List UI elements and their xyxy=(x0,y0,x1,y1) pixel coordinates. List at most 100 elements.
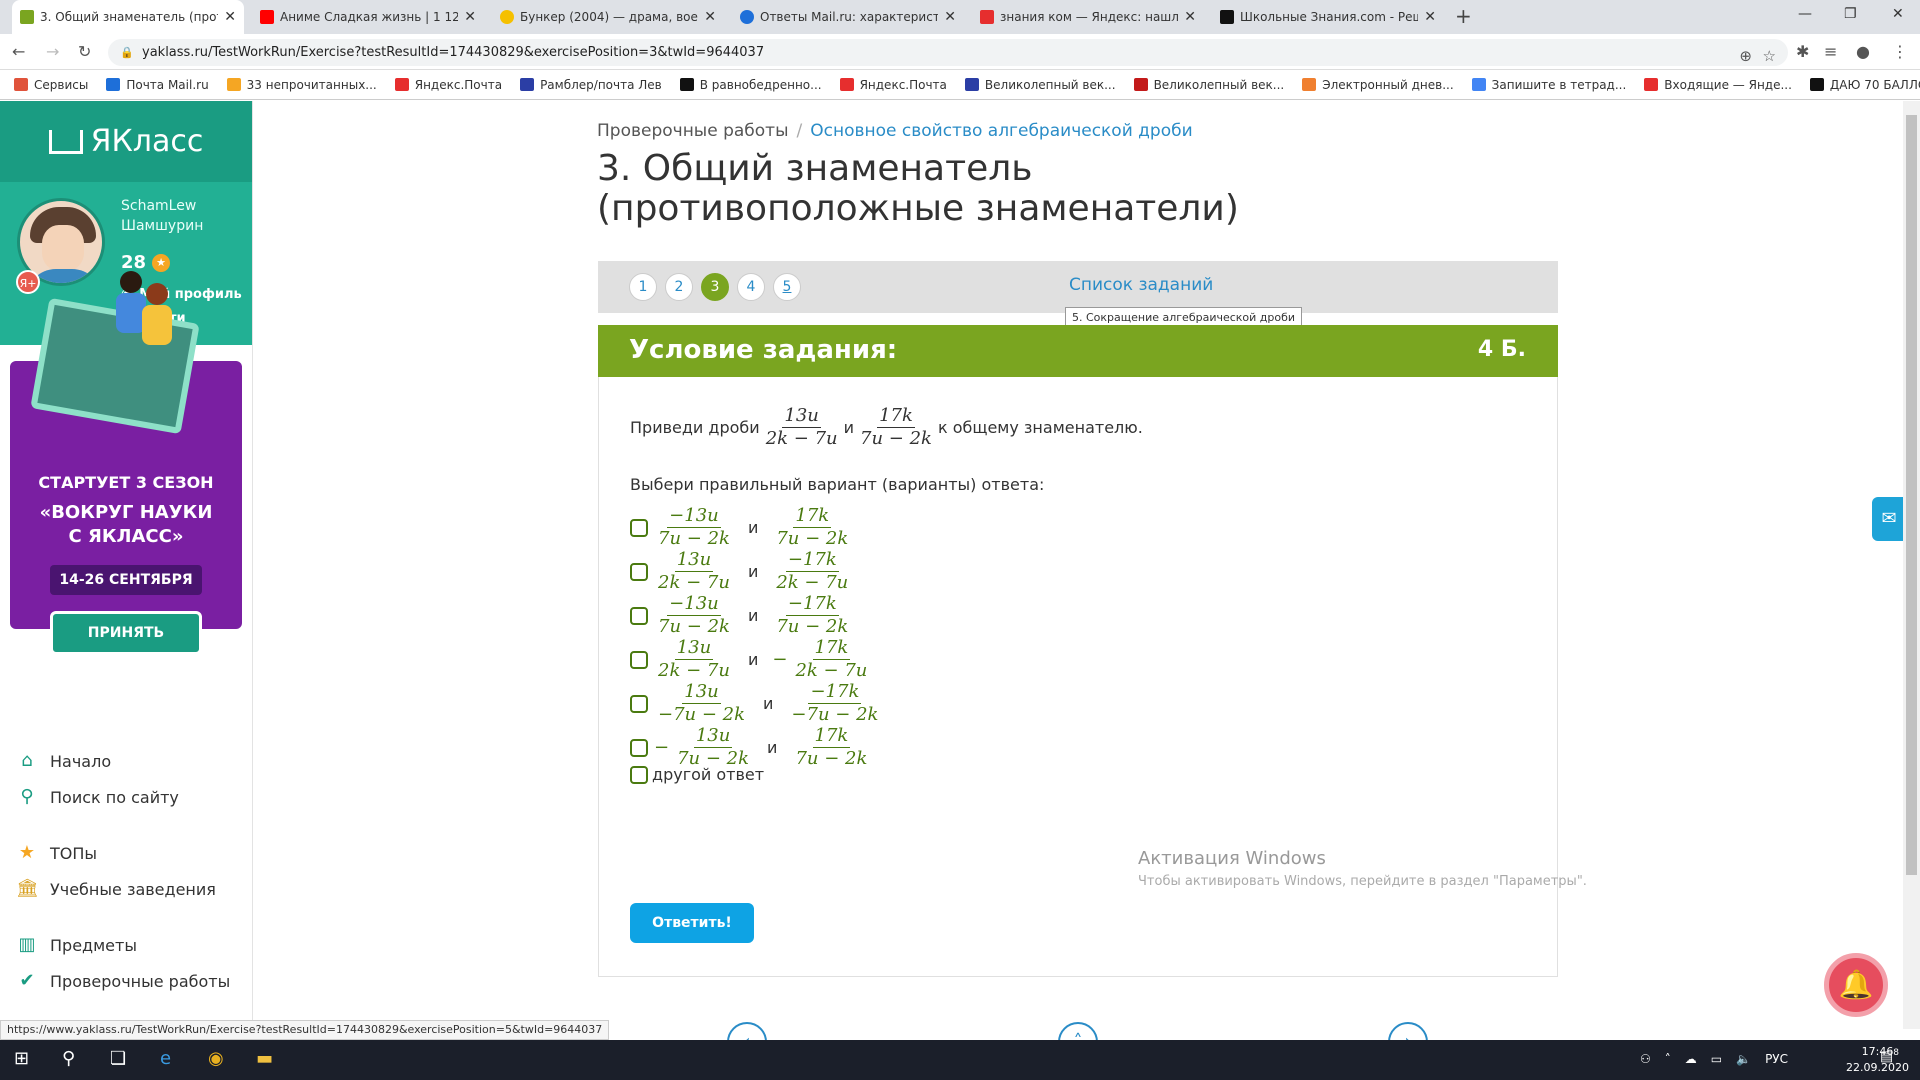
bookmark-item[interactable]: Рамблер/почта Лев xyxy=(520,78,662,92)
bookmark-item[interactable]: Великолепный век... xyxy=(1133,78,1284,92)
close-tab-icon[interactable]: ✕ xyxy=(464,9,476,25)
clock[interactable]: 17:46 22.09.2020 xyxy=(1846,1044,1909,1076)
bookmark-item[interactable]: Яндекс.Почта xyxy=(839,78,947,92)
step-1[interactable]: 1 xyxy=(629,273,657,301)
bookmark-star-icon[interactable]: ☆ xyxy=(1763,43,1776,70)
sidebar-item-home[interactable]: ⌂ Начало xyxy=(16,750,111,772)
sidebar-item-tops[interactable]: ★ ТОПы xyxy=(16,842,97,864)
promo-title: «ВОКРУГ НАУКИ С ЯКЛАСС» xyxy=(10,501,242,549)
answer-option-1[interactable]: −13u 7u − 2k и 17k 7u − 2k xyxy=(630,505,854,550)
search-icon[interactable]: ⚲ xyxy=(62,1048,75,1069)
bookmark-item[interactable]: 33 непрочитанных... xyxy=(226,78,377,92)
browser-tab[interactable]: Бункер (2004) — драма, военны... ✕ xyxy=(492,0,724,34)
bookmark-label: ДАЮ 70 БАЛЛОВ!!!... xyxy=(1829,77,1920,92)
windows-activation-title: Активация Windows xyxy=(1138,848,1326,869)
language-indicator[interactable]: РУС xyxy=(1765,1052,1788,1066)
close-tab-icon[interactable]: ✕ xyxy=(1184,9,1196,25)
answer-checkbox[interactable] xyxy=(630,650,648,669)
sidebar-item-search[interactable]: ⚲ Поиск по сайту xyxy=(16,786,178,808)
file-explorer-icon[interactable]: ▬ xyxy=(256,1048,273,1069)
join-button[interactable]: ПРИНЯТЬ УЧАСТИЕ xyxy=(50,611,202,679)
close-tab-icon[interactable]: ✕ xyxy=(944,9,956,25)
volume-icon[interactable]: 🔈 xyxy=(1736,1052,1751,1066)
edge-icon[interactable]: e xyxy=(160,1048,171,1069)
task-view-icon[interactable]: ❏ xyxy=(110,1048,126,1069)
windows-start-icon[interactable]: ⊞ xyxy=(14,1048,29,1069)
bookmark-item[interactable]: Сервисы xyxy=(14,78,88,92)
promo-banner[interactable]: СТАРТУЕТ 3 СЕЗОН «ВОКРУГ НАУКИ С ЯКЛАСС»… xyxy=(10,271,242,679)
answer-option-other[interactable]: другой ответ xyxy=(630,765,764,784)
close-window-icon[interactable]: ✕ xyxy=(1892,6,1904,22)
reading-list-icon[interactable]: ≡ xyxy=(1824,42,1837,61)
browser-tab[interactable]: Аниме Сладкая жизнь | 1 12 из... ✕ xyxy=(252,0,484,34)
menu-icon[interactable]: ⋮ xyxy=(1892,42,1908,61)
close-tab-icon[interactable]: ✕ xyxy=(704,9,716,25)
answer-option-3[interactable]: −13u 7u − 2k и −17k 7u − 2k xyxy=(630,593,854,638)
answer-checkbox[interactable] xyxy=(630,518,648,537)
page-scrollbar[interactable] xyxy=(1903,101,1920,1029)
answer-option-6[interactable]: −13u 7u − 2k и 17k 7u − 2k xyxy=(630,725,873,770)
feedback-mail-button[interactable]: ✉ xyxy=(1872,497,1906,541)
bookmark-item[interactable]: Яндекс.Почта xyxy=(394,78,502,92)
fraction-numerator: 13u xyxy=(782,405,821,428)
user-name[interactable]: Шамшурин xyxy=(121,218,203,234)
breadcrumb-current[interactable]: Основное свойство алгебраической дроби xyxy=(810,121,1192,141)
breadcrumb-root[interactable]: Проверочные работы xyxy=(597,121,789,141)
bookmark-item[interactable]: Почта Mail.ru xyxy=(106,78,209,92)
close-tab-icon[interactable]: ✕ xyxy=(1424,9,1436,25)
answer-checkbox[interactable] xyxy=(630,606,648,625)
forward-icon[interactable]: → xyxy=(46,42,59,61)
browser-tab-active[interactable]: 3. Общий знаменатель (противо... ✕ xyxy=(12,0,244,34)
answer-checkbox[interactable] xyxy=(630,765,648,784)
browser-tab[interactable]: Ответы Mail.ru: характеристика... ✕ xyxy=(732,0,964,34)
logo[interactable]: ЯКласс xyxy=(0,101,252,182)
bookmark-item[interactable]: В равнобедренно... xyxy=(679,78,822,92)
cloud-icon[interactable]: ☁ xyxy=(1685,1052,1697,1066)
close-tab-icon[interactable]: ✕ xyxy=(224,9,236,25)
browser-tab[interactable]: Школьные Знания.com - Решае... ✕ xyxy=(1212,0,1444,34)
bookmark-item[interactable]: ДАЮ 70 БАЛЛОВ!!!... xyxy=(1809,77,1920,92)
reload-icon[interactable]: ↻ xyxy=(78,42,91,61)
step-3[interactable]: 3 xyxy=(701,273,729,301)
option-fraction: 17k 2k − 7u xyxy=(793,637,869,682)
bookmark-item[interactable]: Великолепный век... xyxy=(964,78,1116,92)
user-login[interactable]: SchamLew xyxy=(121,198,196,214)
scrollbar-thumb[interactable] xyxy=(1906,115,1917,875)
play-favicon-icon xyxy=(500,10,514,24)
maximize-icon[interactable]: ❐ xyxy=(1844,6,1857,22)
step-2[interactable]: 2 xyxy=(665,273,693,301)
new-tab-icon[interactable]: + xyxy=(1455,4,1472,28)
install-icon[interactable]: ⊕ xyxy=(1739,43,1752,70)
step-4[interactable]: 4 xyxy=(737,273,765,301)
address-bar[interactable]: 🔒 yaklass.ru/TestWorkRun/Exercise?testRe… xyxy=(108,39,1788,66)
profile-icon[interactable]: ● xyxy=(1856,42,1870,61)
answer-checkbox[interactable] xyxy=(630,738,648,757)
chevron-up-icon[interactable]: ˄ xyxy=(1665,1052,1671,1066)
bookmark-item[interactable]: Запишите в тетрад... xyxy=(1471,78,1626,92)
minimize-icon[interactable]: — xyxy=(1798,6,1812,22)
bookmark-favicon-icon xyxy=(14,78,28,91)
submit-button[interactable]: Ответить! xyxy=(630,903,754,943)
sidebar-item-schools[interactable]: 🏛 Учебные заведения xyxy=(16,878,216,900)
answer-option-5[interactable]: 13u −7u − 2k и −17k −7u − 2k xyxy=(630,681,884,726)
chrome-icon[interactable]: ◉ xyxy=(208,1048,224,1069)
fraction-numerator: 17k xyxy=(877,405,915,428)
answer-option-2[interactable]: 13u 2k − 7u и −17k 2k − 7u xyxy=(630,549,854,594)
answer-option-4[interactable]: 13u 2k − 7u и −17k 2k − 7u xyxy=(630,637,873,682)
browser-tab[interactable]: знания ком — Яндекс: нашлось... ✕ xyxy=(972,0,1204,34)
action-center-icon[interactable]: ▤8 xyxy=(1880,1048,1899,1065)
network-icon[interactable]: ▭ xyxy=(1711,1052,1722,1066)
answer-checkbox[interactable] xyxy=(630,562,648,581)
answer-checkbox[interactable] xyxy=(630,694,648,713)
notifications-bell-button[interactable]: 🔔 xyxy=(1824,953,1888,1017)
sidebar-item-subjects[interactable]: ▥ Предметы xyxy=(16,934,136,956)
back-icon[interactable]: ← xyxy=(12,42,25,61)
people-icon[interactable]: ⚇ xyxy=(1640,1052,1651,1066)
sidebar-item-tests[interactable]: ✔ Проверочные работы xyxy=(16,970,230,992)
step-5[interactable]: 5 xyxy=(773,273,801,301)
logo-text: ЯКласс xyxy=(90,124,204,159)
bookmark-item[interactable]: Входящие — Янде... xyxy=(1644,78,1792,92)
bookmark-item[interactable]: Электронный днев... xyxy=(1302,78,1454,92)
task-list-link[interactable]: Список заданий xyxy=(1069,275,1213,295)
extensions-icon[interactable]: ✱ xyxy=(1796,42,1809,61)
